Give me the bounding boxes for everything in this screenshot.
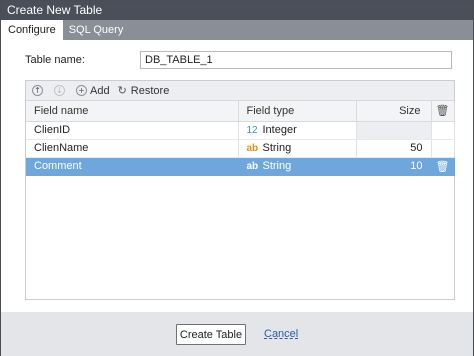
header-field-type[interactable]: Field type: [238, 101, 357, 122]
restore-icon: ↻: [117, 84, 127, 97]
header-delete[interactable]: 🗑: [431, 101, 455, 122]
table-row[interactable]: ClienID 12 Integer: [26, 121, 455, 140]
delete-row-button[interactable]: 🗑: [431, 157, 455, 176]
field-name-cell[interactable]: Comment: [26, 157, 239, 176]
restore-label: Restore: [130, 84, 170, 97]
configure-panel: Table name: ↑ ↓ + Add ↻ Restore: [1, 40, 473, 312]
field-name-cell[interactable]: ClienName: [26, 139, 239, 158]
size-cell[interactable]: 10: [356, 157, 432, 176]
table-name-label: Table name:: [25, 54, 85, 66]
tab-bar: Configure SQL Query: [1, 20, 473, 40]
header-size[interactable]: Size: [356, 101, 432, 122]
grid-toolbar: ↑ ↓ + Add ↻ Restore: [26, 81, 454, 101]
add-field-button[interactable]: + Add: [76, 85, 110, 97]
tab-sql-query[interactable]: SQL Query: [63, 20, 130, 40]
delete-cell: [431, 121, 455, 140]
table-name-input[interactable]: [140, 51, 452, 69]
integer-type-icon: 12: [246, 125, 258, 136]
create-table-dialog: Create New Table Configure SQL Query Tab…: [0, 0, 474, 356]
cancel-link[interactable]: Cancel: [264, 328, 298, 340]
tab-configure[interactable]: Configure: [1, 20, 63, 40]
fields-table: Field name Field type Size 🗑 ClienID 12 I…: [26, 101, 455, 176]
field-type-cell[interactable]: ab String: [238, 139, 357, 158]
header-field-name[interactable]: Field name: [26, 101, 239, 122]
trash-icon: 🗑: [435, 104, 450, 118]
fields-grid-panel: ↑ ↓ + Add ↻ Restore Field name Field typ…: [25, 80, 455, 300]
string-type-icon: ab: [246, 161, 259, 172]
add-label: Add: [90, 84, 110, 97]
table-header-row: Field name Field type Size 🗑: [26, 101, 455, 122]
trash-icon: 🗑: [435, 159, 450, 173]
delete-cell: [431, 139, 455, 158]
restore-button[interactable]: ↻ Restore: [118, 84, 170, 97]
arrow-down-icon: ↓: [54, 85, 65, 96]
field-name-cell[interactable]: ClienID: [26, 121, 239, 140]
arrow-up-icon: ↑: [32, 85, 43, 96]
table-row[interactable]: ClienName ab String 50: [26, 139, 455, 158]
window-title: Create New Table: [1, 1, 473, 20]
dialog-footer: Create Table Cancel: [1, 312, 473, 356]
field-type-cell[interactable]: 12 Integer: [238, 121, 357, 140]
move-down-button[interactable]: ↓: [54, 85, 68, 96]
size-cell[interactable]: 50: [356, 139, 432, 158]
table-name-row: Table name:: [25, 51, 452, 69]
field-type-cell[interactable]: ab String: [238, 157, 357, 176]
size-cell: [356, 121, 432, 140]
plus-icon: +: [76, 85, 87, 96]
string-type-icon: ab: [246, 143, 259, 154]
create-table-button[interactable]: Create Table: [176, 324, 246, 345]
table-row-selected[interactable]: Comment ab String 10 🗑: [26, 157, 455, 176]
move-up-button[interactable]: ↑: [32, 85, 46, 96]
